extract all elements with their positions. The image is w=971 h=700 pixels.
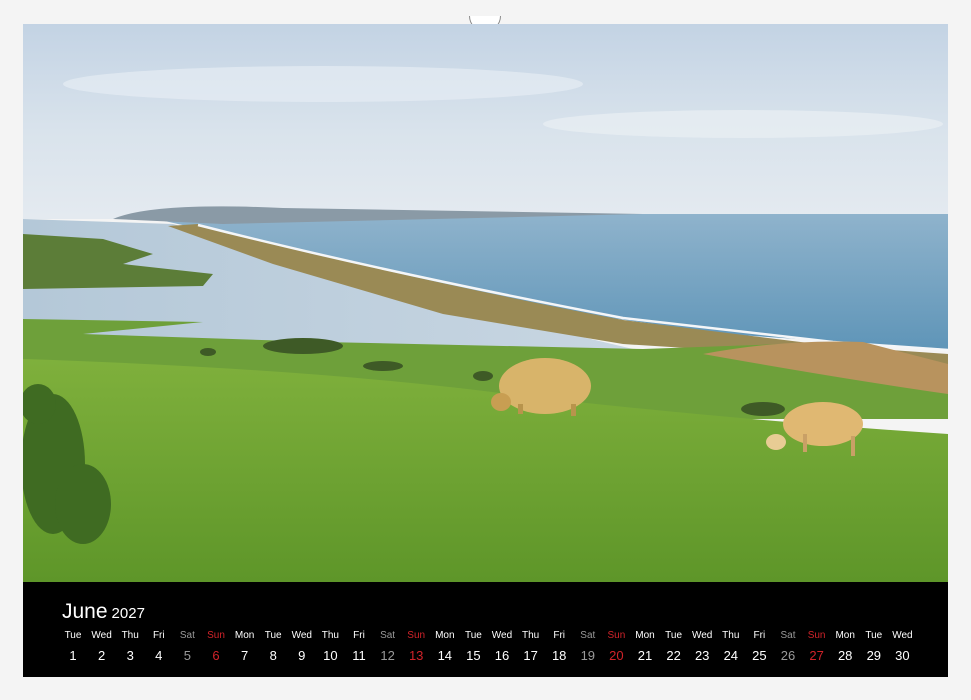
weekday-label: Mon [835,630,855,641]
day-number: 22 [666,648,681,663]
day-number: 29 [866,648,882,663]
weekday-label: Sun [207,630,225,641]
sky [23,24,948,219]
calendar-title: June 2027 [62,600,145,624]
weekday-label: Mon [234,630,255,641]
weekday-label: Fri [152,630,165,641]
day-cell: Fri 11 [345,630,373,664]
weekday-label: Sat [179,630,195,641]
day-number: 8 [269,648,277,663]
weekday-label: Fri [753,630,766,641]
day-number: 15 [466,648,481,663]
day-number: 26 [780,648,796,663]
day-number: 21 [637,648,653,663]
day-number: 14 [437,648,453,663]
day-number: 18 [551,648,567,663]
weekday-label: Tue [264,630,282,641]
day-number: 4 [155,648,163,663]
day-cell: Mon 14 [431,630,459,664]
day-cell: Wed 16 [488,630,516,664]
day-cell: Tue 1 [59,630,87,664]
day-cell: Tue 8 [259,630,287,664]
day-cell: Sat 12 [374,630,402,664]
day-number: 12 [380,648,395,663]
day-cell: Thu 24 [717,630,745,664]
day-number: 24 [723,648,739,663]
day-number: 6 [212,648,220,663]
day-cell: Mon 28 [831,630,859,664]
weekday-label: Thu [722,630,740,641]
day-cell: Tue 22 [660,630,688,664]
day-number: 2 [97,648,106,663]
day-cell: Sat 26 [774,630,802,664]
day-cell: Wed 30 [888,630,916,664]
weekday-label: Mon [435,630,455,641]
day-number: 28 [837,648,853,663]
weekday-label: Thu [521,630,540,641]
day-number: 10 [323,648,338,663]
day-cell: Sat 19 [574,630,602,664]
weekday-label: Fri [353,630,365,641]
day-cell: Mon 7 [231,630,259,664]
day-number: 1 [69,648,77,663]
day-cell: Wed 2 [88,630,116,664]
day-number: 23 [694,648,710,663]
day-number: 7 [240,648,249,663]
weekday-label: Fri [553,630,566,641]
year: 2027 [111,605,145,622]
weekday-label: Sat [580,630,596,641]
day-number: 5 [183,648,191,663]
month-name: June [62,600,108,623]
day-cell: Fri 18 [545,630,573,664]
day-cell: Tue 29 [860,630,888,664]
day-number: 19 [580,648,596,663]
weekday-label: Tue [64,630,82,641]
day-number: 11 [352,648,366,663]
day-number: 27 [809,648,824,663]
day-number: 13 [408,648,424,663]
weekday-label: Sun [407,630,426,641]
day-cell: Fri 25 [745,630,773,664]
day-grid: Tue 1 Wed 2 Thu 3 Fri 4 Sat 5 Sun 6 Mon 7 Tue 8 Wed 9 Thu 1… [59,630,935,670]
weekday-label: Wed [691,630,713,641]
day-number: 9 [298,648,306,663]
day-cell: Sat 5 [173,630,201,664]
weekday-label: Sun [807,630,826,641]
day-cell: Thu 17 [517,630,545,664]
weekday-label: Tue [665,630,683,641]
weekday-label: Wed [892,630,913,641]
weekday-label: Tue [865,630,883,641]
day-cell: Fri 4 [145,630,173,664]
weekday-label: Thu [321,630,339,641]
day-cell: Thu 3 [116,630,144,664]
weekday-label: Mon [635,630,655,641]
weekday-label: Wed [291,630,312,641]
day-cell: Tue 15 [459,630,487,664]
day-cell: Thu 10 [316,630,344,664]
day-cell: Wed 23 [688,630,716,664]
day-number: 30 [895,648,910,663]
calendar-bar: June 2027 Tue 1 Wed 2 Thu 3 Fri 4 Sat 5 Sun 6 Mon 7 Tue… [23,582,948,677]
weekday-label: Sat [380,630,396,641]
day-number: 25 [752,648,767,663]
day-cell: Sun 6 [202,630,230,664]
day-cell: Sun 20 [602,630,630,664]
weekday-label: Sun [607,630,626,641]
weekday-label: Wed [491,630,513,641]
day-number: 20 [609,648,624,663]
day-number: 3 [126,648,134,663]
day-cell: Mon 21 [631,630,659,664]
day-cell: Sun 27 [803,630,831,664]
day-number: 17 [523,648,538,663]
weekday-label: Thu [121,630,139,641]
weekday-label: Sat [780,630,796,641]
day-number: 16 [494,648,510,663]
landscape-photo [23,24,948,582]
day-cell: Wed 9 [288,630,316,664]
weekday-label: Tue [464,630,482,641]
weekday-label: Wed [91,630,112,641]
day-cell: Sun 13 [402,630,430,664]
